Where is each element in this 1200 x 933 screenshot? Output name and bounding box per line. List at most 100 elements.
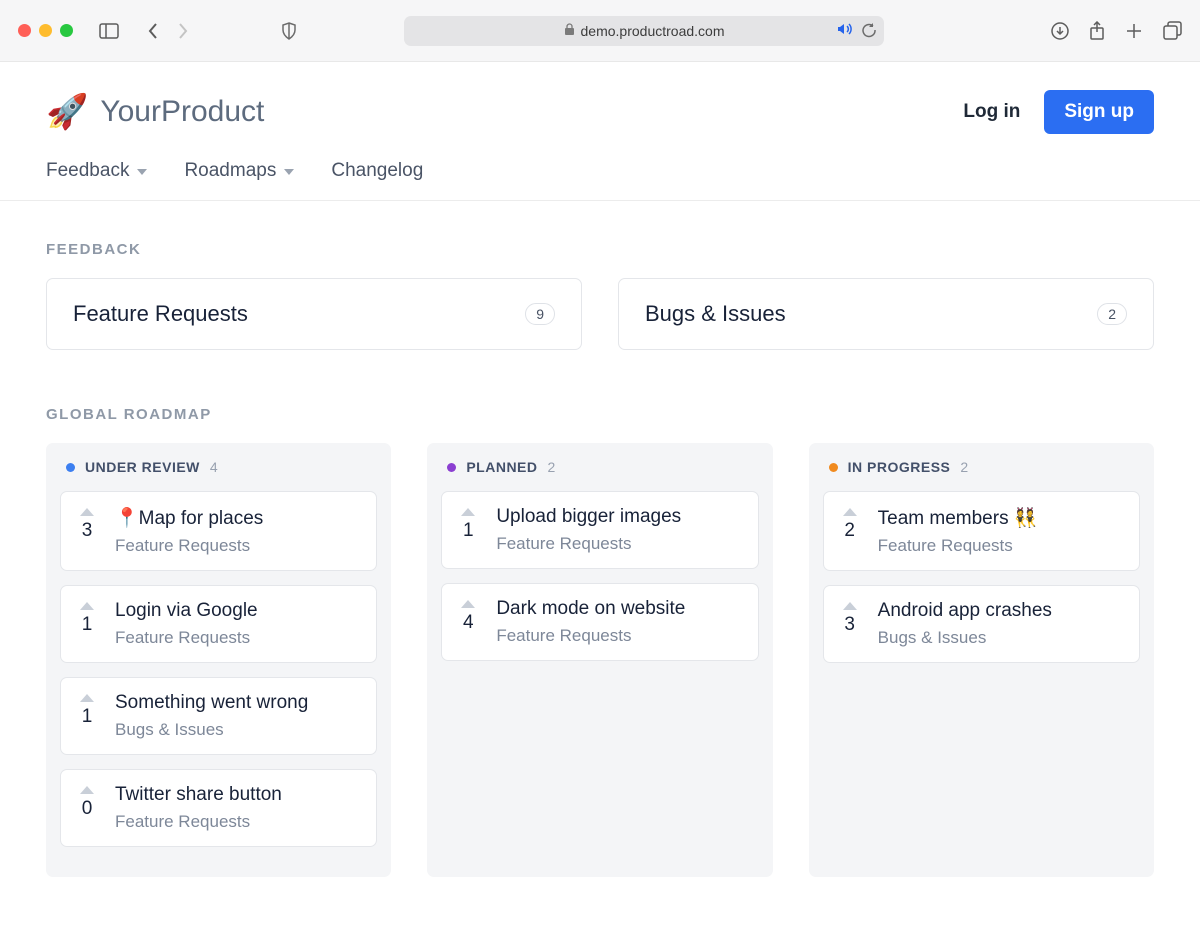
vote-count: 4 (463, 612, 474, 634)
audio-icon[interactable] (837, 22, 853, 39)
reload-icon[interactable] (861, 23, 876, 38)
vote-count: 1 (82, 706, 93, 728)
roadmap-section-label: GLOBAL ROADMAP (46, 406, 1154, 423)
nav-roadmaps[interactable]: Roadmaps (184, 160, 295, 182)
upvote-icon[interactable] (843, 602, 857, 610)
window-controls (18, 24, 73, 37)
upvote-icon[interactable] (461, 508, 475, 516)
roadmap-card[interactable]: 4 Dark mode on website Feature Requests (441, 583, 758, 661)
upvote-icon[interactable] (80, 694, 94, 702)
close-window-button[interactable] (18, 24, 31, 37)
board-title: Bugs & Issues (645, 301, 786, 327)
card-title: Login via Google (115, 600, 360, 622)
roadmap-card[interactable]: 3 Android app crashes Bugs & Issues (823, 585, 1140, 663)
column-count: 4 (210, 459, 218, 475)
vote-control[interactable]: 0 (77, 784, 97, 832)
upvote-icon[interactable] (80, 786, 94, 794)
vote-control[interactable]: 3 (77, 506, 97, 556)
card-category: Feature Requests (115, 812, 360, 832)
column-title: PLANNED (466, 459, 537, 475)
board-count: 9 (525, 303, 555, 325)
column-count: 2 (960, 459, 968, 475)
card-title: Upload bigger images (496, 506, 741, 528)
vote-control[interactable]: 1 (77, 600, 97, 648)
card-category: Feature Requests (496, 626, 741, 646)
vote-count: 1 (463, 520, 474, 542)
privacy-shield-icon[interactable] (281, 22, 297, 40)
vote-count: 3 (82, 520, 93, 542)
status-dot-icon (447, 463, 456, 472)
column-title: UNDER REVIEW (85, 459, 200, 475)
url-text: demo.productroad.com (581, 23, 725, 39)
card-title: 📍Map for places (115, 506, 360, 530)
upvote-icon[interactable] (461, 600, 475, 608)
upvote-icon[interactable] (843, 508, 857, 516)
vote-control[interactable]: 1 (458, 506, 478, 554)
column-count: 2 (548, 459, 556, 475)
roadmap-card[interactable]: 1 Login via Google Feature Requests (60, 585, 377, 663)
feedback-board-bugs-issues[interactable]: Bugs & Issues 2 (618, 278, 1154, 350)
share-icon[interactable] (1089, 21, 1105, 41)
chevron-down-icon (283, 160, 295, 182)
feedback-section-label: FEEDBACK (46, 241, 1154, 258)
column-title: IN PROGRESS (848, 459, 951, 475)
signup-button[interactable]: Sign up (1044, 90, 1154, 134)
vote-control[interactable]: 3 (840, 600, 860, 648)
vote-control[interactable]: 1 (77, 692, 97, 740)
column-in-progress: IN PROGRESS 2 2 Team members 👯 Feature R… (809, 443, 1154, 877)
vote-control[interactable]: 2 (840, 506, 860, 556)
card-title: Dark mode on website (496, 598, 741, 620)
maximize-window-button[interactable] (60, 24, 73, 37)
roadmap-card[interactable]: 1 Upload bigger images Feature Requests (441, 491, 758, 569)
lock-icon (564, 23, 575, 39)
brand[interactable]: 🚀 YourProduct (46, 92, 264, 132)
column-under-review: UNDER REVIEW 4 3 📍Map for places Feature… (46, 443, 391, 877)
card-category: Feature Requests (115, 628, 360, 648)
new-tab-icon[interactable] (1125, 22, 1143, 40)
card-category: Feature Requests (115, 536, 360, 556)
back-button[interactable] (147, 22, 159, 40)
card-category: Feature Requests (496, 534, 741, 554)
nav-roadmaps-label: Roadmaps (184, 160, 276, 182)
board-count: 2 (1097, 303, 1127, 325)
page-content: 🚀 YourProduct Log in Sign up Feedback Ro… (0, 62, 1200, 917)
card-title: Team members 👯 (878, 506, 1123, 530)
chevron-down-icon (136, 160, 148, 182)
login-link[interactable]: Log in (963, 101, 1020, 123)
board-title: Feature Requests (73, 301, 248, 327)
roadmap-card[interactable]: 3 📍Map for places Feature Requests (60, 491, 377, 571)
feedback-board-feature-requests[interactable]: Feature Requests 9 (46, 278, 582, 350)
card-title: Twitter share button (115, 784, 360, 806)
column-header: PLANNED 2 (441, 459, 758, 475)
tabs-overview-icon[interactable] (1163, 21, 1182, 40)
roadmap-card[interactable]: 0 Twitter share button Feature Requests (60, 769, 377, 847)
minimize-window-button[interactable] (39, 24, 52, 37)
card-title: Android app crashes (878, 600, 1123, 622)
roadmap-card[interactable]: 1 Something went wrong Bugs & Issues (60, 677, 377, 755)
card-title: Something went wrong (115, 692, 360, 714)
rocket-icon: 🚀 (46, 92, 88, 132)
roadmap-card[interactable]: 2 Team members 👯 Feature Requests (823, 491, 1140, 571)
column-planned: PLANNED 2 1 Upload bigger images Feature… (427, 443, 772, 877)
vote-control[interactable]: 4 (458, 598, 478, 646)
upvote-icon[interactable] (80, 508, 94, 516)
nav-changelog-label: Changelog (331, 160, 423, 182)
status-dot-icon (829, 463, 838, 472)
card-category: Bugs & Issues (115, 720, 360, 740)
upvote-icon[interactable] (80, 602, 94, 610)
main-nav: Feedback Roadmaps Changelog (0, 134, 1200, 201)
url-bar[interactable]: demo.productroad.com (404, 16, 884, 46)
nav-changelog[interactable]: Changelog (331, 160, 423, 182)
column-header: IN PROGRESS 2 (823, 459, 1140, 475)
forward-button[interactable] (177, 22, 189, 40)
product-name: YourProduct (100, 95, 264, 129)
card-category: Feature Requests (878, 536, 1123, 556)
vote-count: 3 (844, 614, 855, 636)
feedback-boards: Feature Requests 9 Bugs & Issues 2 (46, 278, 1154, 350)
column-header: UNDER REVIEW 4 (60, 459, 377, 475)
downloads-icon[interactable] (1051, 22, 1069, 40)
nav-feedback[interactable]: Feedback (46, 160, 148, 182)
nav-feedback-label: Feedback (46, 160, 129, 182)
header: 🚀 YourProduct Log in Sign up (0, 62, 1200, 134)
sidebar-toggle-icon[interactable] (99, 23, 119, 39)
